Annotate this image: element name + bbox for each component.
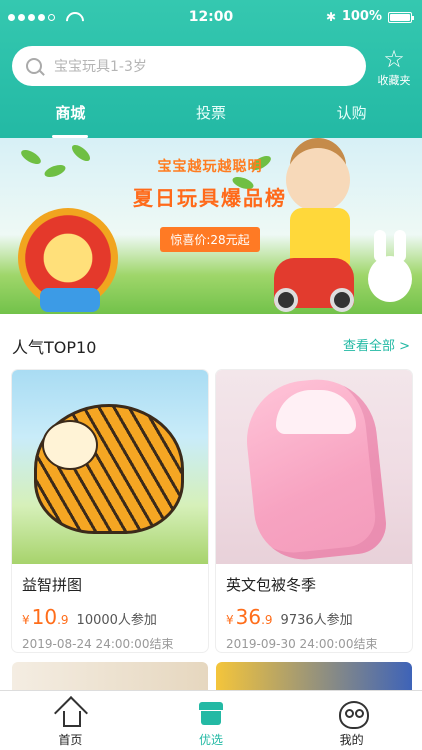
star-icon: ☆ bbox=[383, 45, 405, 73]
price-currency: ¥ bbox=[22, 613, 30, 627]
battery-percent: 100% bbox=[341, 9, 382, 24]
owl-icon bbox=[337, 699, 369, 729]
bottom-tab-bar: 首页 优选 我的 bbox=[0, 690, 422, 750]
app-header: 12:00 ✱ 100% 宝宝玩具1-3岁 ☆ 收藏夹 商城 投票 认购 bbox=[0, 0, 422, 138]
banner-price-tag: 惊喜价:28元起 bbox=[160, 227, 260, 252]
price-currency: ¥ bbox=[226, 613, 234, 627]
shop-icon bbox=[196, 699, 226, 727]
product-image bbox=[12, 370, 208, 564]
price-integer: 10 bbox=[31, 605, 58, 629]
product-card[interactable]: 英文包被冬季 ¥ 36 .9 9736人参加 2019-09-30 24:00:… bbox=[216, 370, 412, 652]
bottom-tab-home[interactable]: 首页 bbox=[0, 691, 141, 750]
participants-count: 9736人参加 bbox=[280, 613, 353, 628]
battery-icon bbox=[388, 12, 414, 23]
home-icon bbox=[55, 699, 85, 727]
end-time: 2019-09-30 24:00:00结束 bbox=[226, 637, 378, 651]
bottom-tab-mine[interactable]: 我的 bbox=[281, 691, 422, 750]
section-header: 人气TOP10 查看全部 > bbox=[0, 314, 422, 370]
banner-subtitle: 宝宝越玩越聪明 bbox=[157, 159, 263, 175]
product-card[interactable]: 益智拼图 ¥ 10 .9 10000人参加 2019-08-24 24:00:0… bbox=[12, 370, 208, 652]
top-tabs: 商城 投票 认购 bbox=[0, 96, 422, 138]
price-integer: 36 bbox=[235, 605, 262, 629]
search-placeholder: 宝宝玩具1-3岁 bbox=[54, 59, 147, 75]
status-bar: 12:00 ✱ 100% bbox=[0, 0, 422, 34]
product-image bbox=[216, 370, 412, 564]
product-card-partial[interactable] bbox=[216, 662, 412, 692]
promo-banner[interactable]: 宝宝越玩越聪明 夏日玩具爆品榜 惊喜价:28元起 bbox=[0, 138, 422, 314]
bluetooth-icon: ✱ bbox=[325, 10, 336, 24]
section-title: 人气TOP10 bbox=[12, 338, 97, 357]
search-icon bbox=[26, 58, 42, 74]
tab-subscribe[interactable]: 认购 bbox=[281, 96, 422, 138]
end-time: 2019-08-24 24:00:00结束 bbox=[22, 637, 174, 651]
price-decimal: .9 bbox=[261, 613, 273, 627]
participants-count: 10000人参加 bbox=[76, 613, 157, 628]
product-card-partial[interactable] bbox=[12, 662, 208, 692]
bottom-tab-featured[interactable]: 优选 bbox=[141, 691, 282, 750]
search-input[interactable]: 宝宝玩具1-3岁 bbox=[12, 46, 366, 86]
banner-title: 夏日玩具爆品榜 bbox=[133, 186, 287, 210]
bottom-tab-label: 优选 bbox=[199, 733, 224, 747]
bottom-tab-label: 首页 bbox=[58, 733, 83, 747]
tab-mall[interactable]: 商城 bbox=[0, 96, 141, 138]
product-title: 英文包被冬季 bbox=[226, 576, 317, 594]
bottom-tab-label: 我的 bbox=[339, 733, 364, 747]
view-all-link[interactable]: 查看全部 > bbox=[343, 335, 410, 354]
product-grid: 益智拼图 ¥ 10 .9 10000人参加 2019-08-24 24:00:0… bbox=[0, 370, 422, 692]
favorites-label: 收藏夹 bbox=[377, 74, 411, 87]
favorites-button[interactable]: ☆ 收藏夹 bbox=[374, 46, 414, 88]
bunny-toy-image bbox=[368, 256, 412, 302]
tab-vote[interactable]: 投票 bbox=[141, 96, 282, 138]
price-decimal: .9 bbox=[57, 613, 69, 627]
product-title: 益智拼图 bbox=[22, 576, 83, 594]
